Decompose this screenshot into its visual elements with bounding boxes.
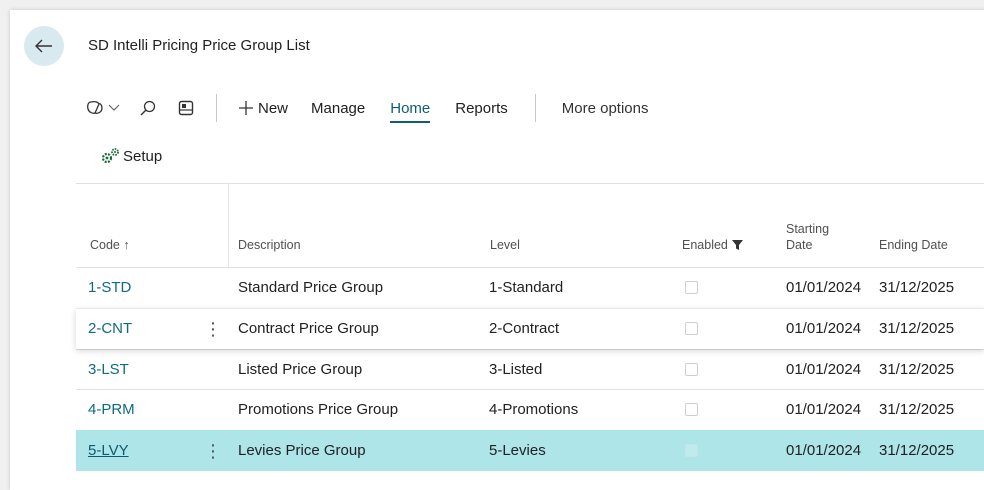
page-title: SD Intelli Pricing Price Group List xyxy=(88,37,310,54)
more-options-button[interactable]: More options xyxy=(562,100,649,117)
table-row-selected[interactable]: 5-LVY ⋮ Levies Price Group 5-Levies 01/0… xyxy=(76,430,984,471)
toolbar-separator-2 xyxy=(534,94,536,122)
sort-ascending-icon: ↑ xyxy=(123,238,130,252)
row-ending-date: 31/12/2025 xyxy=(879,442,955,459)
row-level: 1-Standard xyxy=(489,279,564,296)
row-ending-date: 31/12/2025 xyxy=(879,401,955,418)
row-starting-date: 01/01/2024 xyxy=(786,279,862,296)
row-level: 4-Promotions xyxy=(489,401,579,418)
header-divider xyxy=(76,183,984,184)
action-bar: New Manage Home Reports More options xyxy=(76,88,984,128)
column-header-starting-date-line1: Starting xyxy=(786,222,830,236)
chevron-down-icon xyxy=(108,104,120,111)
column-header-enabled[interactable]: Enabled xyxy=(682,237,743,253)
row-ending-date: 31/12/2025 xyxy=(879,279,955,296)
column-header-ending-date[interactable]: Ending Date xyxy=(879,237,948,253)
row-code-link[interactable]: 4-PRM xyxy=(88,390,135,430)
back-button[interactable] xyxy=(24,26,64,66)
row-actions-menu[interactable]: ⋮ xyxy=(204,309,222,349)
column-header-enabled-label: Enabled xyxy=(682,238,728,252)
arrow-left-icon xyxy=(35,39,52,53)
column-header-description[interactable]: Description xyxy=(238,237,301,253)
row-ending-date: 31/12/2025 xyxy=(879,361,955,378)
column-header-starting-date-line2: Date xyxy=(786,238,813,252)
setup-label: Setup xyxy=(123,147,163,165)
row-starting-date: 01/01/2024 xyxy=(786,361,862,378)
row-enabled-checkbox[interactable] xyxy=(685,444,698,457)
copilot-icon xyxy=(86,100,103,114)
row-level: 3-Listed xyxy=(489,361,543,378)
row-actions-menu[interactable]: ⋮ xyxy=(204,431,222,471)
row-code-link[interactable]: 5-LVY xyxy=(88,431,129,471)
row-code-link[interactable]: 3-LST xyxy=(88,350,129,390)
column-header-starting-date[interactable]: Starting Date xyxy=(786,221,829,253)
tab-reports[interactable]: Reports xyxy=(455,100,508,117)
row-level: 5-Levies xyxy=(489,442,546,459)
table-row[interactable]: 4-PRM Promotions Price Group 4-Promotion… xyxy=(76,389,984,430)
row-ending-date: 31/12/2025 xyxy=(879,320,955,337)
row-starting-date: 01/01/2024 xyxy=(786,320,862,337)
row-level: 2-Contract xyxy=(489,320,560,337)
table-row[interactable]: 1-STD Standard Price Group 1-Standard 01… xyxy=(76,267,984,308)
column-header-ending-date-label: Ending Date xyxy=(879,238,948,252)
row-code-link[interactable]: 1-STD xyxy=(88,268,131,308)
row-description: Contract Price Group xyxy=(238,320,379,337)
row-enabled-checkbox[interactable] xyxy=(685,363,698,376)
more-options-label: More options xyxy=(561,99,649,117)
row-enabled-checkbox[interactable] xyxy=(685,322,698,335)
row-starting-date: 01/01/2024 xyxy=(786,401,862,418)
tab-reports-label: Reports xyxy=(455,99,508,117)
table-row[interactable]: 2-CNT ⋮ Contract Price Group 2-Contract … xyxy=(76,308,984,349)
layout-button[interactable] xyxy=(178,100,194,116)
column-header-level[interactable]: Level xyxy=(490,237,520,253)
plus-icon xyxy=(239,101,253,115)
row-description: Promotions Price Group xyxy=(238,401,399,418)
filter-icon xyxy=(731,240,743,250)
layout-icon xyxy=(178,100,194,116)
row-description: Standard Price Group xyxy=(238,279,384,296)
row-code-link[interactable]: 2-CNT xyxy=(88,309,132,349)
column-header-level-label: Level xyxy=(490,238,520,252)
row-starting-date: 01/01/2024 xyxy=(786,442,862,459)
search-icon xyxy=(140,100,156,116)
new-button-label: New xyxy=(258,99,289,117)
row-enabled-checkbox[interactable] xyxy=(685,403,698,416)
column-header-description-label: Description xyxy=(238,238,301,252)
tab-manage-label: Manage xyxy=(311,99,366,117)
search-button[interactable] xyxy=(140,100,156,116)
row-enabled-checkbox[interactable] xyxy=(685,281,698,294)
column-divider xyxy=(228,183,229,267)
tab-home[interactable]: Home xyxy=(390,99,431,123)
row-description: Levies Price Group xyxy=(238,442,366,459)
row-description: Listed Price Group xyxy=(238,361,363,378)
toolbar-separator xyxy=(216,94,217,122)
new-button[interactable]: New xyxy=(239,100,288,117)
gears-icon xyxy=(101,148,119,164)
column-header-code[interactable]: Code ↑ xyxy=(90,237,130,253)
table-row[interactable]: 3-LST Listed Price Group 3-Listed 01/01/… xyxy=(76,349,984,390)
setup-button[interactable]: Setup xyxy=(100,147,162,165)
tab-home-label: Home xyxy=(390,99,431,117)
copilot-button[interactable] xyxy=(86,100,120,116)
tab-manage[interactable]: Manage xyxy=(311,100,365,117)
column-header-code-label: Code xyxy=(90,238,120,252)
